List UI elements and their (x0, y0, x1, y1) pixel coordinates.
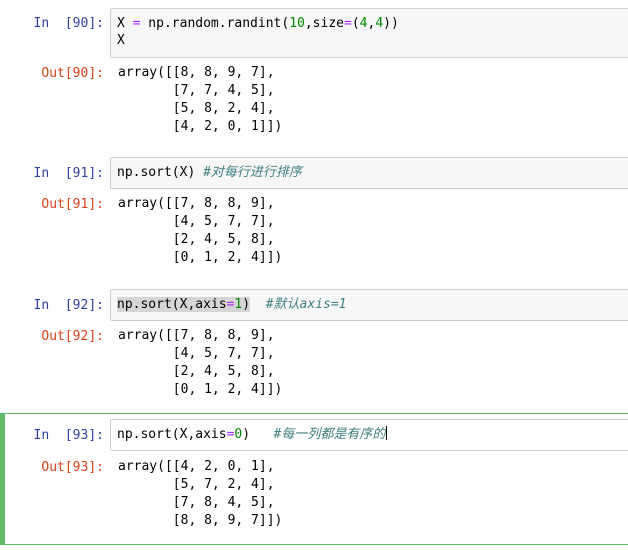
text-cursor (386, 426, 388, 440)
output-prompt: Out[93]: (41, 460, 104, 475)
output-prompt: Out[90]: (41, 66, 104, 81)
output-prompt: Out[91]: (41, 197, 104, 212)
notebook-cell-92[interactable]: In [92]: np.sort(X,axis=1) #默认axis=1 Out… (0, 284, 628, 409)
code-input-area[interactable]: np.sort(X,axis=0) #每一列都是有序的 (110, 419, 628, 451)
code-input-area[interactable]: np.sort(X) #对每行进行排序 (110, 157, 628, 189)
code-input-area[interactable]: np.sort(X,axis=1) #默认axis=1 (110, 289, 628, 321)
input-prompt: In [91]: (33, 166, 104, 181)
code-input-area[interactable]: X = np.random.randint(10,size=(4,4)) X (110, 8, 628, 58)
code-text: np.sort(X,axis=1) #默认axis=1 (117, 297, 347, 312)
cell-output: array([[4, 2, 0, 1], [5, 7, 2, 4], [7, 8… (118, 459, 283, 528)
code-text: X = np.random.randint(10,size=(4,4)) X (117, 16, 399, 48)
cell-output: array([[7, 8, 8, 9], [4, 5, 7, 7], [2, 4… (118, 328, 283, 397)
notebook-cell-93[interactable]: In [93]: np.sort(X,axis=0) #每一列都是有序的 Out… (0, 413, 628, 550)
input-prompt: In [90]: (33, 16, 104, 31)
input-prompt: In [93]: (33, 428, 104, 443)
cell-output: array([[7, 8, 8, 9], [4, 5, 7, 7], [2, 4… (118, 196, 283, 265)
cell-output: array([[8, 8, 9, 7], [7, 7, 4, 5], [5, 8… (118, 65, 283, 134)
code-text: np.sort(X,axis=0) #每一列都是有序的 (117, 426, 388, 442)
selected-text-highlight: np.sort(X,axis=1) (117, 297, 251, 312)
code-text: np.sort(X) #对每行进行排序 (117, 165, 302, 180)
input-prompt: In [92]: (33, 298, 104, 313)
notebook-cell-91[interactable]: In [91]: np.sort(X) #对每行进行排序 Out[91]: ar… (0, 152, 628, 282)
output-prompt: Out[92]: (41, 329, 104, 344)
notebook-cell-90[interactable]: In [90]: X = np.random.randint(10,size=(… (0, 0, 628, 140)
